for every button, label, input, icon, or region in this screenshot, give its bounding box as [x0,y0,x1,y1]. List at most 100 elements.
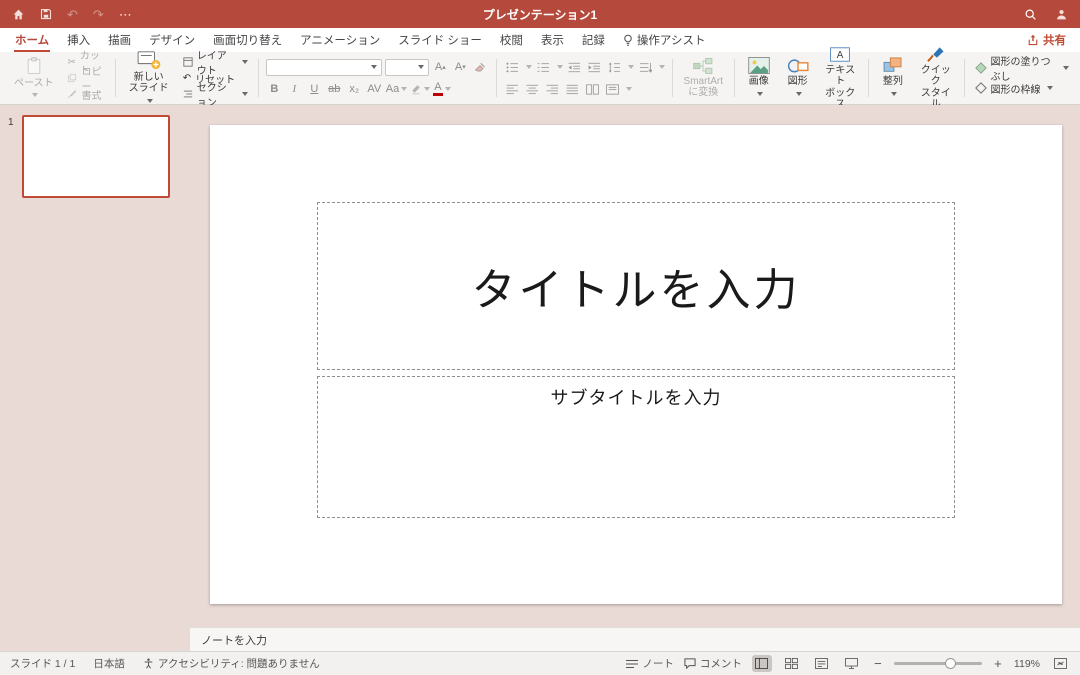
align-center-icon[interactable] [524,81,541,98]
slide-thumbnail-number: 1 [8,117,14,128]
more-commands-icon[interactable]: ⋯ [119,8,132,21]
search-icon[interactable] [1024,8,1037,21]
window-title: プレゼンテーション1 [483,6,597,23]
tab-view[interactable]: 表示 [532,28,573,52]
chevron-down-icon [242,60,248,64]
slideshow-view-button[interactable] [842,655,862,672]
text-direction-icon[interactable] [637,59,654,76]
zoom-slider[interactable] [894,662,982,665]
home-icon[interactable] [12,8,25,21]
format-painter-label: 書式 [81,87,101,102]
bullet-list-icon[interactable] [504,59,521,76]
textbox-button[interactable]: A テキストボックス [820,45,861,112]
shape-fill-icon [975,62,987,74]
text-highlight-button[interactable] [410,81,430,98]
decrease-indent-icon[interactable] [566,59,583,76]
tab-record[interactable]: 記録 [573,28,614,52]
tab-view-label: 表示 [541,32,564,48]
slide-canvas[interactable]: タイトルを入力 サブタイトルを入力 [190,105,1080,627]
chevron-down-icon [418,65,424,69]
paste-button[interactable]: ペースト [8,55,59,102]
font-name-combo[interactable] [266,59,382,76]
align-right-icon[interactable] [544,81,561,98]
notes-toggle-button[interactable]: ノート [626,656,674,671]
zoom-slider-knob[interactable] [945,658,956,669]
arrange-button[interactable]: 整列 [876,56,910,100]
slide-sorter-view-button[interactable] [782,655,802,672]
textbox-icon: A [830,46,850,63]
tab-slideshow-label: スライド ショー [398,32,482,48]
convert-to-smartart-button[interactable]: SmartArtに変換 [680,57,727,100]
shape-fill-button[interactable]: 図形の塗りつぶし [972,61,1072,76]
subscript-button[interactable]: x₂ [346,81,363,98]
section-button[interactable]: セクション [180,87,251,102]
new-slide-button[interactable]: 新しいスライド [123,49,175,108]
save-icon[interactable] [40,8,52,20]
italic-button[interactable]: I [286,81,303,98]
columns-icon[interactable] [584,81,601,98]
undo-icon[interactable]: ↶ [67,8,78,21]
zoom-level[interactable]: 119% [1014,658,1040,670]
tab-design[interactable]: デザイン [140,28,204,52]
title-placeholder[interactable]: タイトルを入力 [317,202,955,370]
comments-toggle-button[interactable]: コメント [684,656,742,671]
format-painter-button[interactable]: 書式 [64,87,107,102]
chevron-down-icon [626,87,632,91]
account-icon[interactable] [1055,8,1068,21]
tab-home[interactable]: ホーム [6,28,58,52]
fit-slide-to-window-button[interactable] [1050,655,1070,672]
layout-button[interactable]: レイアウト [180,55,251,70]
quick-styles-button[interactable]: クイックスタイル [915,45,957,112]
tab-animations[interactable]: アニメーション [291,28,389,52]
tab-transitions[interactable]: 画面切り替え [204,28,291,52]
chevron-down-icon [1047,86,1053,90]
strikethrough-button[interactable]: ab [326,81,343,98]
numbered-list-icon[interactable] [535,59,552,76]
subtitle-placeholder[interactable]: サブタイトルを入力 [317,376,955,518]
copy-button[interactable]: コピー [64,71,107,86]
line-spacing-icon[interactable] [606,59,623,76]
increase-font-size-button[interactable]: A▴ [432,59,449,76]
titlebar: ↶ ↷ ⋯ プレゼンテーション1 [0,0,1080,28]
shape-format-group: 図形の塗りつぶし 図形の枠線 [968,54,1076,102]
share-icon [1027,34,1039,46]
shapes-button[interactable]: 図形 [781,56,815,100]
tab-draw[interactable]: 描画 [99,28,140,52]
normal-view-button[interactable] [752,655,772,672]
increase-indent-icon[interactable] [586,59,603,76]
character-spacing-button[interactable]: AV [366,81,383,98]
slide-thumbnail-1[interactable] [22,115,170,198]
shape-outline-button[interactable]: 図形の枠線 [972,81,1072,96]
main-area: 1 タイトルを入力 サブタイトルを入力 ノートを入力 [0,105,1080,651]
tab-insert[interactable]: 挿入 [58,28,99,52]
share-button[interactable]: 共有 [1019,28,1074,52]
notes-pane[interactable]: ノートを入力 [190,627,1080,651]
decrease-font-size-button[interactable]: A▾ [452,59,469,76]
bold-button[interactable]: B [266,81,283,98]
language-label: 日本語 [93,656,125,671]
zoom-in-button[interactable]: + [992,656,1004,671]
char-spacing-label: AV [367,83,381,95]
quick-styles-label-1: クイック [921,65,951,88]
clear-formatting-icon[interactable] [472,59,489,76]
tab-draw-label: 描画 [108,32,131,48]
change-case-button[interactable]: Aa [386,81,407,98]
accessibility-indicator[interactable]: アクセシビリティ: 問題ありません [143,656,320,671]
slide-1[interactable]: タイトルを入力 サブタイトルを入力 [210,125,1062,604]
align-text-vertical-icon[interactable] [604,81,621,98]
redo-icon[interactable]: ↷ [93,8,104,21]
tab-assist[interactable]: 操作アシスト [614,28,715,52]
font-size-combo[interactable] [385,59,429,76]
reading-view-button[interactable] [812,655,832,672]
picture-button[interactable]: 画像 [742,56,776,100]
powerpoint-window: ↶ ↷ ⋯ プレゼンテーション1 ホーム 挿入 描画 デザイン 画面切り替え ア… [0,0,1080,675]
align-left-icon[interactable] [504,81,521,98]
underline-button[interactable]: U [306,81,323,98]
justify-icon[interactable] [564,81,581,98]
tab-review[interactable]: 校閲 [491,28,532,52]
tab-slideshow[interactable]: スライド ショー [389,28,491,52]
font-color-button[interactable]: A [433,81,450,98]
language-indicator[interactable]: 日本語 [93,656,125,671]
zoom-out-button[interactable]: − [872,656,884,671]
smartart-label-2: に変換 [688,87,718,98]
